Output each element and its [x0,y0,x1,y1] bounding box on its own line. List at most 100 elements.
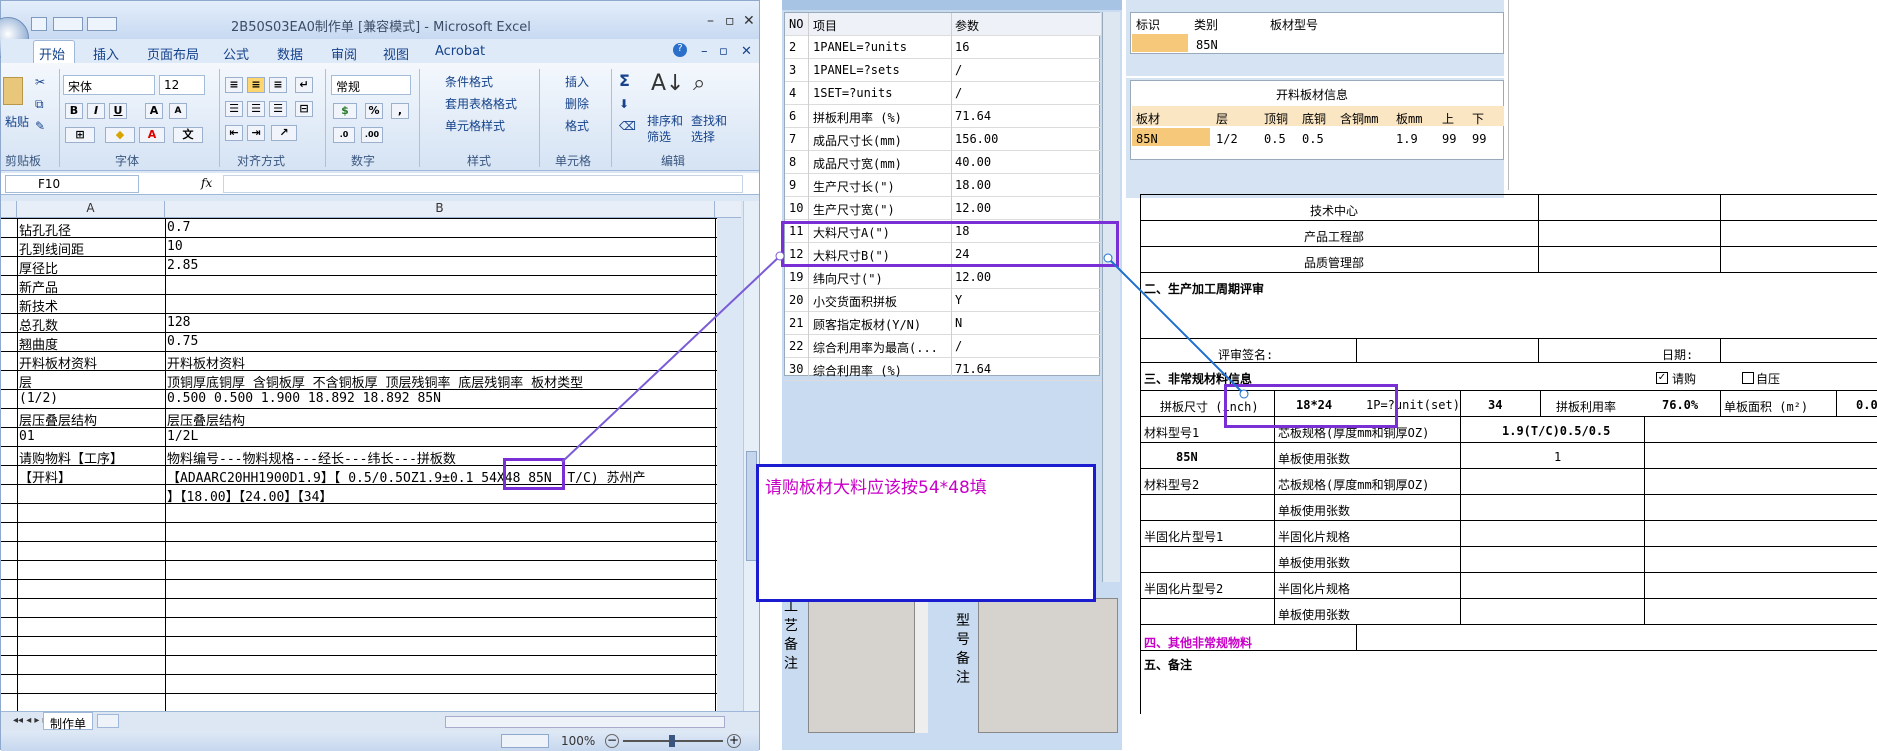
conditional-format-button[interactable]: 条件格式 [445,73,493,90]
ribbon-restore-icon[interactable]: ▫ [719,44,728,59]
paste-button[interactable]: 粘贴 [5,113,29,130]
view-buttons[interactable] [501,734,549,748]
align-left-icon[interactable]: ☰ [225,101,243,117]
cell-a[interactable]: 层 [19,372,32,391]
cell-a[interactable]: 翘曲度 [19,334,58,353]
parameter-row[interactable]: 22 综合利用率为最高(... / [785,335,1101,358]
comma-icon[interactable]: , [391,103,409,119]
parameter-row[interactable]: 4 1SET=?units / [785,82,1101,105]
cell-a[interactable]: 【开料】 [19,467,71,486]
board-val-6[interactable]: 99 [1442,132,1456,146]
cut-icon[interactable]: ✂ [35,75,45,89]
category-cell[interactable]: 85N [1196,38,1218,52]
undo-icon[interactable] [53,17,83,31]
restore-icon[interactable]: ▫ [725,13,735,29]
sheets-value-1[interactable]: 1 [1554,450,1561,464]
font-size-select[interactable]: 12 [159,75,205,95]
cell-b[interactable]: 0.7 [167,220,190,235]
area-value[interactable]: 0.0 [1856,398,1877,412]
align-top-icon[interactable]: ≡ [225,77,243,93]
new-sheet-icon[interactable] [97,714,119,728]
decrease-decimal-icon[interactable]: .00 [361,127,383,143]
parameter-row[interactable]: 9 生产尺寸长(") 18.00 [785,174,1101,197]
tab-insert[interactable]: 插入 [93,44,119,63]
vertical-scrollbar[interactable] [743,201,759,711]
underline-icon[interactable]: U [109,103,127,119]
close-icon[interactable]: ✕ [743,13,755,29]
cell-b[interactable]: 1/2L [167,429,198,444]
font-name-select[interactable]: 宋体 [63,75,155,95]
cell-b[interactable]: 】【18.00】【24.00】【34】 [167,486,332,505]
merge-icon[interactable]: ⊟ [295,101,313,117]
cell-a[interactable]: 孔到线间距 [19,239,84,258]
tab-formulas[interactable]: 公式 [223,44,249,63]
cell-b[interactable]: 128 [167,315,190,330]
currency-icon[interactable]: $ [333,103,357,119]
board-val-0[interactable]: 85N [1136,132,1158,146]
board-val-1[interactable]: 1/2 [1216,132,1238,146]
parameter-row[interactable]: 3 1PANEL=?sets / [785,59,1101,82]
cell-a[interactable]: 总孔数 [19,315,58,334]
tab-review[interactable]: 审阅 [331,44,357,63]
paste-icon[interactable] [3,77,23,105]
help-icon[interactable]: ? [673,43,687,57]
model-remark-input[interactable] [978,598,1118,733]
board-val-7[interactable]: 99 [1472,132,1486,146]
press-checkbox[interactable] [1742,372,1754,384]
align-right-icon[interactable]: ☰ [269,101,287,117]
border-icon[interactable]: ⊞ [65,127,95,143]
cell-a[interactable]: 请购物料【工序】 [19,448,123,467]
remark-scrollbar[interactable] [914,598,928,733]
orientation-icon[interactable]: ↗ [271,125,297,141]
tab-view[interactable]: 视图 [383,44,409,63]
table-format-button[interactable]: 套用表格格式 [445,95,517,112]
cell-a[interactable]: (1/2) [19,391,58,406]
name-box[interactable]: F10 [5,175,139,193]
cell-b[interactable]: 0.500 0.500 1.900 18.892 18.892 85N [167,391,441,406]
fill-icon[interactable]: ⬇ [619,97,629,111]
column-b-header[interactable]: B [165,201,715,218]
percent-icon[interactable]: % [365,103,383,119]
increase-decimal-icon[interactable]: .0 [333,127,355,143]
column-a-header[interactable]: A [17,201,165,218]
cell-a[interactable]: 01 [19,429,35,444]
italic-icon[interactable]: I [87,103,105,119]
cell-a[interactable]: 钻孔孔径 [19,220,71,239]
find-select-icon[interactable]: ⌕ [693,71,705,96]
align-bottom-icon[interactable]: ≡ [269,77,287,93]
tab-home[interactable]: 开始 [33,40,75,63]
clear-icon[interactable]: ⌫ [619,119,636,133]
parameter-row[interactable]: 19 纬向尺寸(") 12.00 [785,266,1101,289]
ribbon-close-icon[interactable]: ✕ [741,44,752,59]
board-val-2[interactable]: 0.5 [1264,132,1286,146]
save-icon[interactable] [31,17,47,31]
cell-a[interactable]: 层压叠层结构 [19,410,97,429]
ip-value[interactable]: 34 [1488,398,1502,412]
align-center-icon[interactable]: ☰ [247,101,265,117]
cell-a[interactable]: 厚径比 [19,258,58,277]
util-value[interactable]: 76.0% [1662,398,1698,412]
cell-a[interactable]: 新技术 [19,296,58,315]
parameter-row[interactable]: 8 成品尺寸宽(mm) 40.00 [785,151,1101,174]
process-remark-input[interactable] [808,598,928,733]
buy-checkbox[interactable]: ✓ [1656,372,1668,384]
fx-icon[interactable]: fx [201,176,212,190]
find-select-button[interactable]: 查找和选择 [691,113,731,145]
format-cells-button[interactable]: 格式 [565,117,589,134]
cell-b[interactable]: 【ADAARC20HH1900D1.9】【 0.5/0.5OZ1.9±0.1 5… [167,467,646,486]
board-val-5[interactable]: 1.9 [1396,132,1418,146]
tab-acrobat[interactable]: Acrobat [435,44,485,59]
parameter-row[interactable]: 7 成品尺寸长(mm) 156.00 [785,128,1101,151]
indent-increase-icon[interactable]: ⇥ [247,125,265,141]
copy-icon[interactable]: ⧉ [35,97,44,112]
sheet-grid[interactable]: 钻孔孔径 0.7 孔到线间距 10 厚径比 2.85 新产品 新技术 总孔数 128 翘曲度 0.75… [1,218,717,718]
formula-input[interactable] [223,175,743,193]
redo-icon[interactable] [87,17,117,31]
minimize-icon[interactable]: – [707,13,714,29]
phonetic-icon[interactable]: 文 [173,127,203,143]
cell-b[interactable]: 顶铜厚底铜厚 含铜板厚 不含铜板厚 顶层残铜率 底层残铜率 板材类型 [167,372,583,391]
horizontal-scrollbar[interactable] [445,716,725,728]
sort-filter-icon[interactable]: A↓ [651,71,684,96]
parameter-row[interactable]: 10 生产尺寸宽(") 12.00 [785,197,1101,220]
sum-icon[interactable]: Σ [619,71,630,90]
